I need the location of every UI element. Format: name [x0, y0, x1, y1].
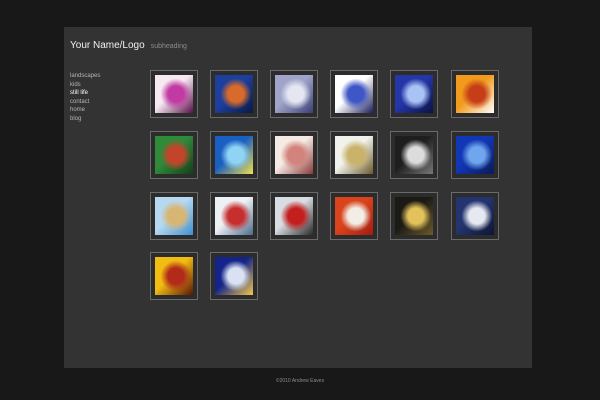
blue-lava-lamp-photo [215, 75, 253, 113]
page-panel: Your Name/Logo subheading landscapes kids s… [64, 27, 532, 368]
red-stapler-photo [275, 197, 313, 235]
blue-harmonica-photo [456, 136, 494, 174]
magenta-balloon-photo [155, 75, 193, 113]
blue-bowl-photo [335, 75, 373, 113]
thumbnail-3[interactable] [270, 70, 318, 118]
thumbnail-12[interactable] [451, 131, 499, 179]
thumbnail-1[interactable] [150, 70, 198, 118]
thumbnail-15[interactable] [270, 192, 318, 240]
thumbnail-14[interactable] [210, 192, 258, 240]
thumbnail-11[interactable] [390, 131, 438, 179]
site-header: Your Name/Logo subheading [70, 35, 187, 53]
nav-blog[interactable]: blog [70, 115, 100, 124]
sandcastle-photo [155, 197, 193, 235]
thermometer-photo [335, 197, 373, 235]
site-subheading: subheading [150, 43, 187, 50]
red-wine-glass-photo [155, 257, 193, 295]
thumbnail-17[interactable] [390, 192, 438, 240]
table-football-photo [155, 136, 193, 174]
thumbnail-13[interactable] [150, 192, 198, 240]
pear-photo [335, 136, 373, 174]
sneaker-photo [456, 75, 494, 113]
thumbnail-5[interactable] [390, 70, 438, 118]
open-book-photo [275, 75, 313, 113]
lemon-drink-glass-photo [215, 136, 253, 174]
nav-home[interactable]: home [70, 106, 100, 115]
thumbnail-20[interactable] [210, 252, 258, 300]
thumbnail-16[interactable] [330, 192, 378, 240]
thumbnail-18[interactable] [451, 192, 499, 240]
paper-folds-photo [456, 197, 494, 235]
nav-still-life[interactable]: still life [70, 89, 100, 98]
power-plug-photo [395, 136, 433, 174]
thumbnail-6[interactable] [451, 70, 499, 118]
thumbnail-7[interactable] [150, 131, 198, 179]
glass-bottle-photo [395, 197, 433, 235]
red-boat-photo [215, 197, 253, 235]
thumbnail-19[interactable] [150, 252, 198, 300]
thumbnail-9[interactable] [270, 131, 318, 179]
nav-landscapes[interactable]: landscapes [70, 72, 100, 81]
blue-glass-streak-photo [395, 75, 433, 113]
site-logo[interactable]: Your Name/Logo [70, 40, 145, 51]
thumbnail-10[interactable] [330, 131, 378, 179]
thumbnail-8[interactable] [210, 131, 258, 179]
pink-soap-photo [275, 136, 313, 174]
nav-kids[interactable]: kids [70, 81, 100, 90]
nav-menu: landscapes kids still life contact home blog [70, 72, 100, 123]
footer-copyright: ©2010 Andrew Eaves [275, 378, 325, 384]
nav-contact[interactable]: contact [70, 98, 100, 107]
thumbnail-2[interactable] [210, 70, 258, 118]
blue-toy-photo [215, 257, 253, 295]
thumbnail-4[interactable] [330, 70, 378, 118]
